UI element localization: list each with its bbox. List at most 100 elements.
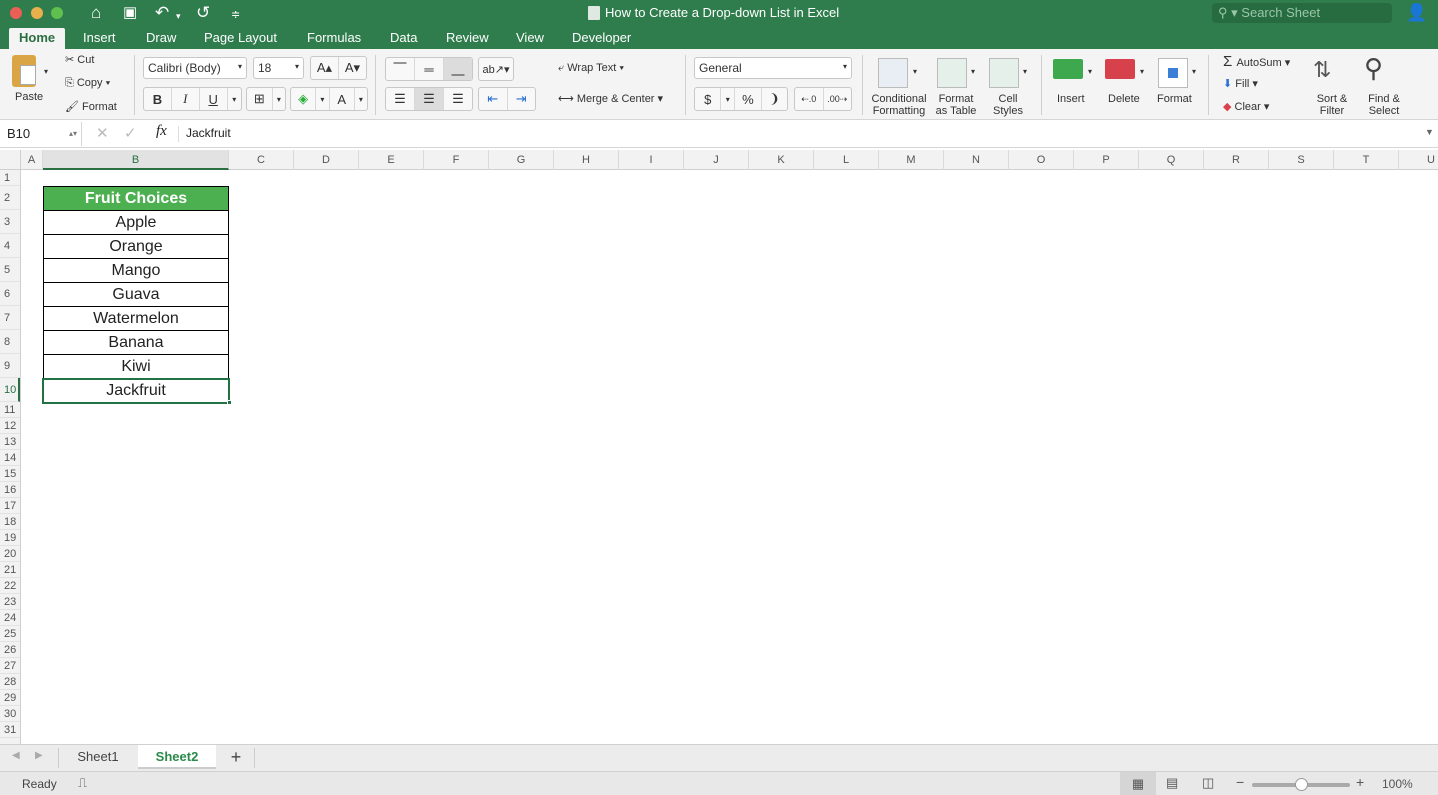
row-header-30[interactable]: 30 <box>0 706 20 722</box>
merge-center-button[interactable]: ⟷ Merge & Center ▾ <box>558 92 663 105</box>
delete-cells-icon[interactable] <box>1105 59 1135 79</box>
row-header-4[interactable]: 4 <box>0 234 20 258</box>
row-header-21[interactable]: 21 <box>0 562 20 578</box>
chevron-down-icon[interactable]: ▾ <box>913 67 917 76</box>
redo-icon[interactable]: ↺ <box>196 3 210 23</box>
row-header-28[interactable]: 28 <box>0 674 20 690</box>
increase-font-size-button[interactable]: A▴ <box>311 57 339 79</box>
formula-input[interactable]: Jackfruit <box>186 126 231 140</box>
undo-dropdown-icon[interactable]: ▾ <box>176 6 181 26</box>
column-header-l[interactable]: L <box>814 150 879 170</box>
row-header-3[interactable]: 3 <box>0 210 20 234</box>
table-cell[interactable]: Kiwi <box>43 355 229 379</box>
column-header-r[interactable]: R <box>1204 150 1269 170</box>
close-window-button[interactable] <box>10 7 22 19</box>
column-header-j[interactable]: J <box>684 150 749 170</box>
column-header-i[interactable]: I <box>619 150 684 170</box>
row-header-9[interactable]: 9 <box>0 354 20 378</box>
row-header-12[interactable]: 12 <box>0 418 20 434</box>
column-header-u[interactable]: U <box>1399 150 1438 170</box>
copy-button[interactable]: ⎘ Copy ▾ <box>65 77 110 90</box>
add-sheet-button[interactable]: + <box>218 745 254 769</box>
search-sheet-input[interactable]: ⚲ ▾ Search Sheet <box>1212 3 1392 23</box>
row-header-8[interactable]: 8 <box>0 330 20 354</box>
sort-filter-icon[interactable]: ⇅ <box>1313 57 1331 83</box>
insert-function-button[interactable]: fx <box>156 123 167 140</box>
autosum-button[interactable]: Σ AutoSum ▾ <box>1223 53 1290 70</box>
format-cells-icon[interactable] <box>1158 58 1188 88</box>
row-header-27[interactable]: 27 <box>0 658 20 674</box>
tab-home[interactable]: Home <box>9 28 66 49</box>
page-break-view-icon[interactable]: ◫ <box>1202 775 1214 791</box>
clear-button[interactable]: ◆ Clear ▾ <box>1223 100 1269 113</box>
column-header-g[interactable]: G <box>489 150 554 170</box>
italic-button[interactable]: I <box>172 88 200 110</box>
column-header-k[interactable]: K <box>749 150 814 170</box>
column-header-t[interactable]: T <box>1334 150 1399 170</box>
tab-review[interactable]: Review <box>436 28 499 49</box>
decrease-indent-icon[interactable]: ⇤ <box>479 88 508 110</box>
table-cell[interactable]: Orange <box>43 235 229 259</box>
column-header-f[interactable]: F <box>424 150 489 170</box>
borders-icon[interactable]: ⊞ <box>247 88 273 110</box>
align-top-button[interactable]: ⎺ <box>386 58 415 80</box>
fill-color-dropdown-icon[interactable]: ▾ <box>316 88 330 110</box>
comma-style-button[interactable]: ❩ <box>762 88 787 110</box>
scroll-left-icon[interactable]: ◀ <box>12 750 20 761</box>
table-cell[interactable]: Mango <box>43 259 229 283</box>
table-cell[interactable]: Apple <box>43 211 229 235</box>
row-header-25[interactable]: 25 <box>0 626 20 642</box>
format-button[interactable]: Format <box>1157 93 1192 105</box>
insert-cells-icon[interactable] <box>1053 59 1083 79</box>
column-header-a[interactable]: A <box>21 150 43 170</box>
align-bottom-button[interactable]: ⎽ <box>444 58 472 80</box>
zoom-in-button[interactable]: + <box>1356 774 1364 790</box>
table-cell[interactable]: Banana <box>43 331 229 355</box>
column-header-q[interactable]: Q <box>1139 150 1204 170</box>
row-header-16[interactable]: 16 <box>0 482 20 498</box>
column-header-p[interactable]: P <box>1074 150 1139 170</box>
table-cell[interactable]: Watermelon <box>43 307 229 331</box>
row-header-26[interactable]: 26 <box>0 642 20 658</box>
home-icon[interactable]: ⌂ <box>91 3 101 23</box>
align-middle-button[interactable]: ═ <box>415 58 444 80</box>
chevron-down-icon[interactable]: ▾ <box>1140 67 1144 76</box>
minimize-window-button[interactable] <box>31 7 43 19</box>
format-as-table-icon[interactable] <box>937 58 967 88</box>
row-header-31[interactable]: 31 <box>0 722 20 738</box>
column-header-h[interactable]: H <box>554 150 619 170</box>
increase-decimal-icon[interactable]: ⇠.0 <box>795 88 824 110</box>
column-header-c[interactable]: C <box>229 150 294 170</box>
row-header-23[interactable]: 23 <box>0 594 20 610</box>
sheet-tab-sheet1[interactable]: Sheet1 <box>59 745 137 769</box>
row-header-29[interactable]: 29 <box>0 690 20 706</box>
decrease-decimal-icon[interactable]: .00⇢ <box>824 88 852 110</box>
account-icon[interactable]: 👤 <box>1406 3 1427 23</box>
row-header-15[interactable]: 15 <box>0 466 20 482</box>
cancel-icon[interactable]: ✕ <box>96 124 109 142</box>
fill-color-icon[interactable]: ◈ <box>291 88 317 110</box>
row-header-10[interactable]: 10 <box>0 378 20 402</box>
column-header-s[interactable]: S <box>1269 150 1334 170</box>
percent-button[interactable]: % <box>735 88 762 110</box>
format-painter-button[interactable]: 🖌 Format <box>65 100 117 113</box>
conditional-formatting-icon[interactable] <box>878 58 908 88</box>
cell-styles-button[interactable]: Cell Styles <box>988 93 1028 117</box>
active-cell[interactable]: Jackfruit <box>42 378 230 404</box>
chevron-down-icon[interactable]: ▾ <box>1192 67 1196 76</box>
find-select-button[interactable]: Find & Select <box>1362 93 1406 117</box>
column-header-b[interactable]: B <box>43 150 229 170</box>
wrap-text-button[interactable]: ⤶ Wrap Text ▾ <box>558 62 624 75</box>
column-header-e[interactable]: E <box>359 150 424 170</box>
find-select-icon[interactable]: ⚲ <box>1364 53 1383 84</box>
zoom-window-button[interactable] <box>51 7 63 19</box>
chevron-down-icon[interactable]: ▾ <box>971 67 975 76</box>
bold-button[interactable]: B <box>144 88 172 110</box>
zoom-slider[interactable] <box>1252 778 1350 791</box>
paste-icon[interactable] <box>12 55 36 87</box>
row-header-24[interactable]: 24 <box>0 610 20 626</box>
worksheet-grid[interactable]: Fruit Choices Apple Orange Mango Guava Waterm… <box>21 170 1438 744</box>
paste-button[interactable]: Paste <box>15 91 43 103</box>
column-header-o[interactable]: O <box>1009 150 1074 170</box>
cut-button[interactable]: ✂ Cut <box>65 53 94 66</box>
